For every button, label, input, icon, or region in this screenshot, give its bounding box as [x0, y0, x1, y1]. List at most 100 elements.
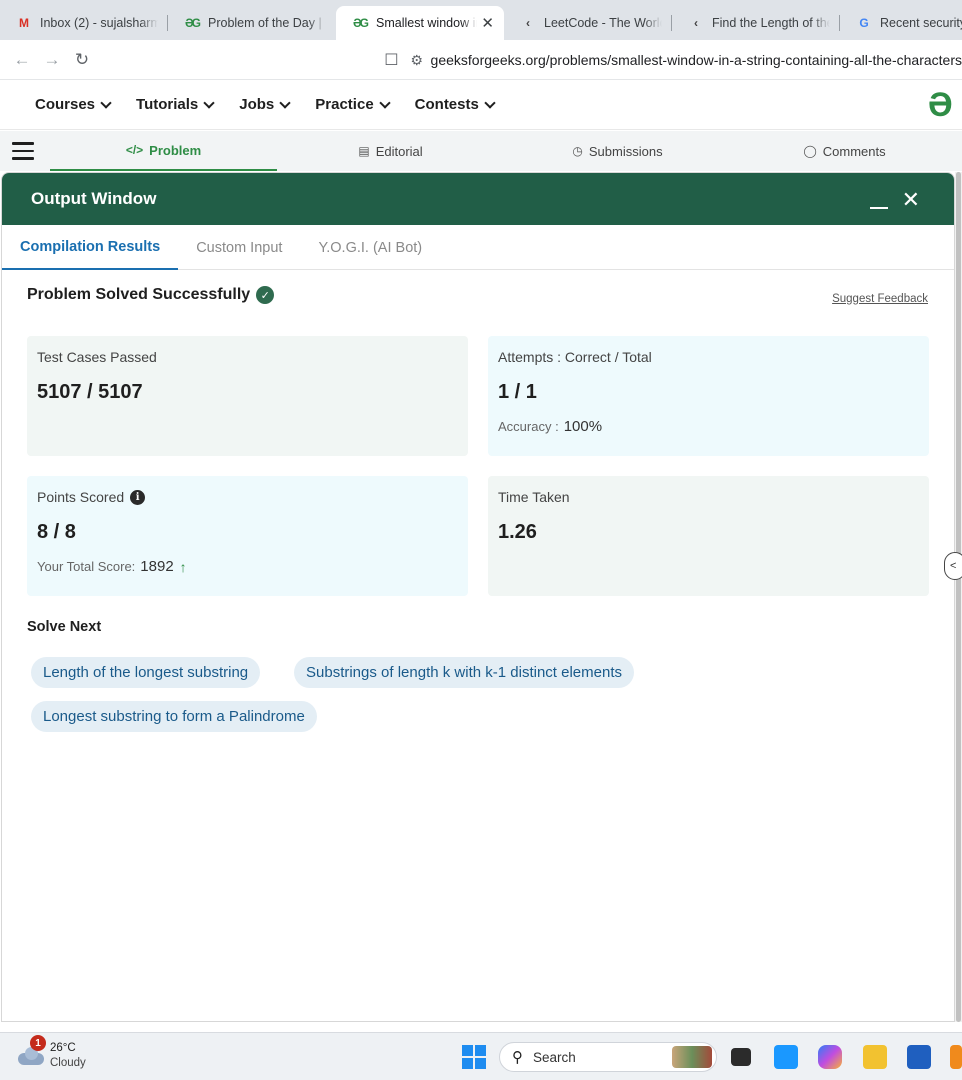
reload-icon[interactable]: ↻	[67, 45, 97, 75]
tab-custom-input[interactable]: Custom Input	[178, 225, 300, 270]
task-view-icon[interactable]	[731, 1048, 751, 1066]
tab-yogi-ai-bot[interactable]: Y.O.G.I. (AI Bot)	[300, 225, 440, 270]
tab-comments[interactable]: ◯ Comments	[731, 131, 958, 171]
chevron-down-icon	[100, 96, 112, 109]
attempts-card: Attempts : Correct / Total 1 / 1 Accurac…	[488, 336, 929, 456]
nav-jobs[interactable]: Jobs	[239, 96, 291, 113]
back-icon[interactable]: ←	[7, 45, 37, 75]
gfg-logo-icon[interactable]: Ə	[928, 88, 962, 122]
browser-tab[interactable]: M Inbox (2) - sujalsharma	[0, 6, 168, 40]
gfg-icon: ƏG	[184, 16, 201, 30]
nav-contests[interactable]: Contests	[414, 96, 496, 113]
output-window-title: Output Window	[31, 189, 157, 208]
taskbar: 1 26°C Cloudy ⚲ Search	[0, 1032, 962, 1080]
temperature: 26°C	[50, 1042, 76, 1054]
bookmark-icon[interactable]: ☐	[380, 50, 403, 70]
tab-label: Smallest window in a string	[376, 16, 477, 30]
card-label: Time Taken	[498, 489, 570, 505]
tab-label: Inbox (2) - sujalsharma	[40, 16, 158, 30]
copilot-icon[interactable]	[818, 1045, 842, 1069]
nav-label: Contests	[414, 96, 479, 113]
tab-label: Editorial	[375, 143, 423, 159]
status-text: Problem Solved Successfully	[27, 286, 251, 303]
test-cases-value: 5107 / 5107	[37, 381, 143, 403]
weather-text: 26°C Cloudy	[50, 1041, 86, 1071]
problem-tab-bar: </> Problem ▤ Editorial ◷ Submissions ◯ Comm…	[0, 131, 962, 171]
windows-start-icon[interactable]	[462, 1045, 486, 1069]
output-window: Output Window ✕ Compilation Results Cust…	[1, 172, 955, 1022]
accuracy-row: Accuracy : 100%	[498, 418, 919, 435]
file-explorer-icon[interactable]	[863, 1045, 887, 1069]
url-text: geeksforgeeks.org/problems/smallest-wind…	[430, 52, 962, 68]
browser-tab-active[interactable]: ƏG Smallest window in a string ✕	[336, 6, 504, 40]
code-icon: </>	[125, 143, 144, 157]
tab-label: Recent security	[880, 16, 962, 30]
search-highlight-image	[672, 1046, 712, 1068]
code-bracket-icon: <	[950, 560, 957, 572]
browser-tab[interactable]: ƏG Problem of the Day | GfG	[168, 6, 336, 40]
accuracy-label: Accuracy :	[498, 419, 559, 434]
check-circle-icon: ✓	[256, 286, 275, 304]
nav-practice[interactable]: Practice	[315, 96, 391, 113]
clock-icon: ◷	[572, 144, 583, 158]
google-icon: G	[859, 16, 869, 30]
tab-label: Problem of the Day | GfG	[208, 16, 326, 30]
microsoft-store-icon[interactable]	[907, 1045, 931, 1069]
site-header: Courses Tutorials Jobs Practice Contests…	[0, 80, 962, 130]
total-score-value: 1892	[140, 558, 174, 575]
browser-tab[interactable]: ‹ Find the Length of the	[672, 6, 840, 40]
nav-label: Jobs	[239, 96, 275, 113]
search-icon: ⚲	[512, 1049, 523, 1066]
vlc-icon[interactable]	[950, 1045, 962, 1069]
close-icon[interactable]: ✕	[902, 187, 920, 213]
url-field[interactable]: ☐ ⚙ geeksforgeeks.org/problems/smallest-…	[380, 45, 962, 75]
solve-next-chip[interactable]: Longest substring to form a Palindrome	[31, 701, 317, 732]
browser-tab[interactable]: ‹ LeetCode - The World's	[504, 6, 672, 40]
info-icon[interactable]: i	[130, 489, 146, 505]
tab-label: Comments	[822, 143, 886, 159]
points-card: Points Scored i 8 / 8 Your Total Score: …	[27, 476, 468, 596]
search-label: Search	[533, 1049, 576, 1065]
chevron-down-icon	[484, 96, 496, 109]
comment-icon: ◯	[803, 144, 817, 158]
menu-icon[interactable]	[0, 131, 50, 171]
output-tabs: Compilation Results Custom Input Y.O.G.I…	[2, 225, 954, 270]
tab-label: LeetCode - The World's	[544, 16, 662, 30]
document-icon: ▤	[358, 144, 370, 158]
browser-tab[interactable]: G Recent security	[840, 6, 962, 40]
page-scrollbar[interactable]	[955, 172, 962, 1022]
time-taken-value: 1.26	[498, 521, 537, 543]
taskbar-search[interactable]: ⚲ Search	[499, 1042, 717, 1072]
close-tab-icon[interactable]: ✕	[481, 14, 494, 32]
forward-icon[interactable]: →	[37, 45, 67, 75]
gmail-icon: M	[19, 16, 29, 30]
weather-widget[interactable]: 1 26°C Cloudy	[18, 1035, 86, 1071]
chevron-down-icon	[203, 96, 215, 109]
site-settings-icon[interactable]: ⚙	[403, 52, 431, 69]
chevron-down-icon	[378, 96, 391, 109]
scrollbar-thumb[interactable]	[956, 172, 961, 1022]
nav-tutorials[interactable]: Tutorials	[136, 96, 215, 113]
leetcode-icon: ‹	[694, 16, 698, 30]
minimize-icon[interactable]	[870, 195, 888, 209]
output-window-header: Output Window ✕	[2, 173, 954, 225]
nav-courses[interactable]: Courses	[35, 96, 112, 113]
tab-compilation-results[interactable]: Compilation Results	[2, 225, 179, 270]
result-status: Problem Solved Successfully ✓	[27, 286, 275, 304]
suggest-feedback-link[interactable]: Suggest Feedback	[832, 293, 928, 305]
nav-label: Tutorials	[136, 96, 199, 113]
prime-video-icon[interactable]	[774, 1045, 798, 1069]
tab-submissions[interactable]: ◷ Submissions	[504, 131, 731, 171]
test-cases-card: Test Cases Passed 5107 / 5107	[27, 336, 468, 456]
solve-next-chip[interactable]: Length of the longest substring	[31, 657, 261, 688]
card-label-row: Points Scored i	[37, 489, 458, 505]
points-value: 8 / 8	[37, 521, 76, 543]
tab-editorial[interactable]: ▤ Editorial	[277, 131, 504, 171]
tab-problem[interactable]: </> Problem	[50, 131, 277, 171]
solve-next-chip[interactable]: Substrings of length k with k-1 distinct…	[294, 657, 634, 688]
total-score-label: Your Total Score:	[37, 559, 136, 574]
panel-resize-handle[interactable]: <	[944, 552, 962, 580]
notification-badge: 1	[30, 1035, 46, 1051]
address-bar: ← → ↻ ☐ ⚙ geeksforgeeks.org/problems/sma…	[0, 40, 962, 80]
arrow-up-icon: ↑	[179, 558, 187, 575]
